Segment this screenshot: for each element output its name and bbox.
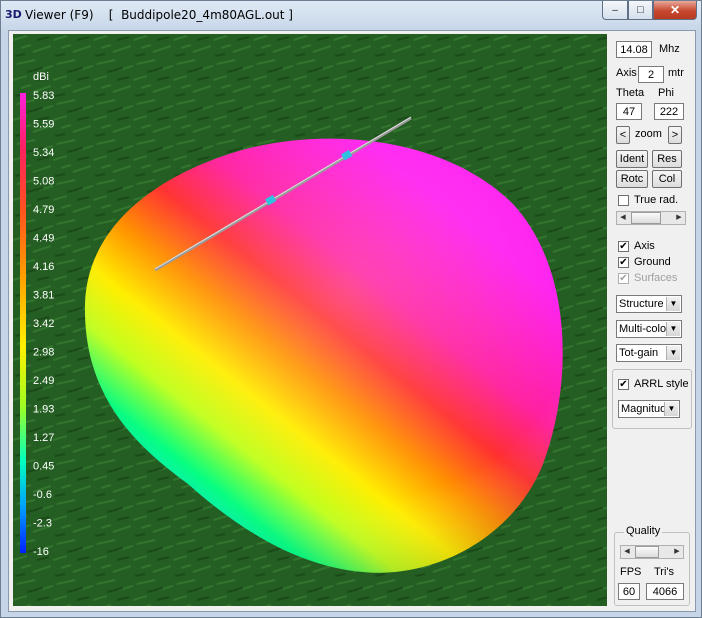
arrl-style-label: ARRL style bbox=[634, 378, 689, 390]
slider-left-arrow-icon[interactable]: ◀ bbox=[618, 212, 628, 224]
zoom-in-button[interactable]: > bbox=[668, 126, 682, 144]
surfaces-checkbox: ✔ bbox=[618, 273, 629, 284]
structure-dropdown-value: Structure bbox=[619, 298, 664, 310]
app-window: 3D Viewer (F9) [ Buddipole20_4m80AGL.out… bbox=[0, 0, 702, 618]
quality-slider[interactable]: ◀ ▶ bbox=[620, 545, 684, 559]
zoom-out-button[interactable]: < bbox=[616, 126, 630, 144]
title-bar[interactable]: 3D Viewer (F9) [ Buddipole20_4m80AGL.out… bbox=[1, 1, 701, 29]
legend-value: -0.6 bbox=[33, 489, 52, 501]
caption-buttons: – □ ✕ bbox=[602, 1, 697, 21]
minimize-button[interactable]: – bbox=[602, 1, 628, 20]
app-3d-icon: 3D bbox=[5, 8, 22, 21]
res-button[interactable]: Res bbox=[652, 150, 682, 168]
gain-mode-dropdown-value: Tot-gain bbox=[619, 347, 659, 359]
legend-value: 2.98 bbox=[33, 347, 54, 359]
magnitude-dropdown[interactable]: Magnitude ▼ bbox=[618, 400, 680, 418]
legend-value: 3.42 bbox=[33, 318, 54, 330]
fps-value: 60 bbox=[618, 583, 640, 600]
color-mode-dropdown-value: Multi-color bbox=[619, 323, 670, 335]
legend-value: 1.93 bbox=[33, 404, 54, 416]
legend-value: 5.08 bbox=[33, 176, 54, 188]
window-title: Viewer (F9) [ Buddipole20_4m80AGL.out ] bbox=[25, 8, 293, 22]
true-rad-label: True rad. bbox=[634, 194, 679, 206]
slider-thumb[interactable] bbox=[631, 212, 661, 224]
frequency-unit: Mhz bbox=[659, 43, 680, 55]
ident-button[interactable]: Ident bbox=[616, 150, 648, 168]
axis-unit: mtr bbox=[668, 67, 684, 79]
close-button[interactable]: ✕ bbox=[653, 1, 697, 20]
quality-slider-thumb[interactable] bbox=[635, 546, 659, 558]
legend-value: 1.27 bbox=[33, 432, 54, 444]
chevron-down-icon[interactable]: ▼ bbox=[666, 297, 680, 311]
legend-value: -2.3 bbox=[33, 518, 52, 530]
maximize-icon: □ bbox=[637, 4, 644, 16]
tris-label: Tri's bbox=[654, 566, 675, 578]
gain-color-bar bbox=[20, 93, 26, 553]
legend-value: 2.49 bbox=[33, 375, 54, 387]
ground-checkbox[interactable]: ✔ bbox=[618, 257, 629, 268]
gain-mode-dropdown[interactable]: Tot-gain ▼ bbox=[616, 344, 682, 362]
true-rad-checkbox[interactable] bbox=[618, 195, 629, 206]
legend-value: -16 bbox=[33, 546, 49, 558]
zoom-label: zoom bbox=[635, 128, 662, 140]
ground-label: Ground bbox=[634, 256, 671, 268]
client-area: 5.83 5.59 5.34 5.08 4.79 4.49 4.16 3.81 3.42 2.98… bbox=[8, 30, 696, 612]
rotc-button[interactable]: Rotc bbox=[616, 170, 648, 188]
legend-value: 0.45 bbox=[33, 461, 54, 473]
quality-label: Quality bbox=[624, 525, 663, 537]
minimize-icon: – bbox=[612, 4, 618, 16]
chevron-down-icon[interactable]: ▼ bbox=[666, 346, 680, 360]
slider-right-arrow-icon[interactable]: ▶ bbox=[674, 212, 684, 224]
chevron-left-icon: < bbox=[619, 129, 627, 141]
legend-value: 4.16 bbox=[33, 261, 54, 273]
legend-value: 4.49 bbox=[33, 233, 54, 245]
legend-value: 5.59 bbox=[33, 119, 54, 131]
arrl-style-checkbox[interactable]: ✔ bbox=[618, 379, 629, 390]
axis-field[interactable]: 2 bbox=[638, 66, 664, 83]
axis-checkbox[interactable]: ✔ bbox=[618, 241, 629, 252]
axis-check-label: Axis bbox=[634, 240, 655, 252]
legend-value: 5.83 bbox=[33, 90, 54, 102]
quality-right-arrow-icon[interactable]: ▶ bbox=[672, 546, 682, 558]
legend-value: 4.79 bbox=[33, 204, 54, 216]
color-mode-dropdown[interactable]: Multi-color ▼ bbox=[616, 320, 682, 338]
theta-field[interactable]: 47 bbox=[616, 103, 642, 120]
3d-viewport[interactable]: 5.83 5.59 5.34 5.08 4.79 4.49 4.16 3.81 3.42 2.98… bbox=[13, 34, 607, 606]
maximize-button[interactable]: □ bbox=[628, 1, 653, 20]
chevron-down-icon[interactable]: ▼ bbox=[664, 402, 678, 416]
chevron-down-icon[interactable]: ▼ bbox=[666, 322, 680, 336]
quality-left-arrow-icon[interactable]: ◀ bbox=[622, 546, 632, 558]
true-rad-slider[interactable]: ◀ ▶ bbox=[616, 211, 686, 225]
fps-label: FPS bbox=[620, 566, 642, 578]
pattern-render: 5.83 5.59 5.34 5.08 4.79 4.49 4.16 3.81 3.42 2.98… bbox=[13, 34, 607, 606]
legend-value: 3.81 bbox=[33, 290, 54, 302]
surfaces-label: Surfaces bbox=[634, 272, 678, 284]
col-button[interactable]: Col bbox=[652, 170, 682, 188]
tris-value: 4066 bbox=[646, 583, 684, 600]
close-icon: ✕ bbox=[669, 3, 681, 17]
phi-field[interactable]: 222 bbox=[654, 103, 684, 120]
phi-label: Phi bbox=[658, 87, 674, 99]
chevron-right-icon: > bbox=[671, 129, 679, 141]
structure-dropdown[interactable]: Structure ▼ bbox=[616, 295, 682, 313]
legend-unit: dBi bbox=[33, 71, 49, 83]
axis-label: Axis bbox=[616, 67, 637, 79]
frequency-field[interactable]: 14.08 bbox=[616, 41, 652, 58]
legend-value: 5.34 bbox=[33, 147, 54, 159]
theta-label: Theta bbox=[616, 87, 645, 99]
